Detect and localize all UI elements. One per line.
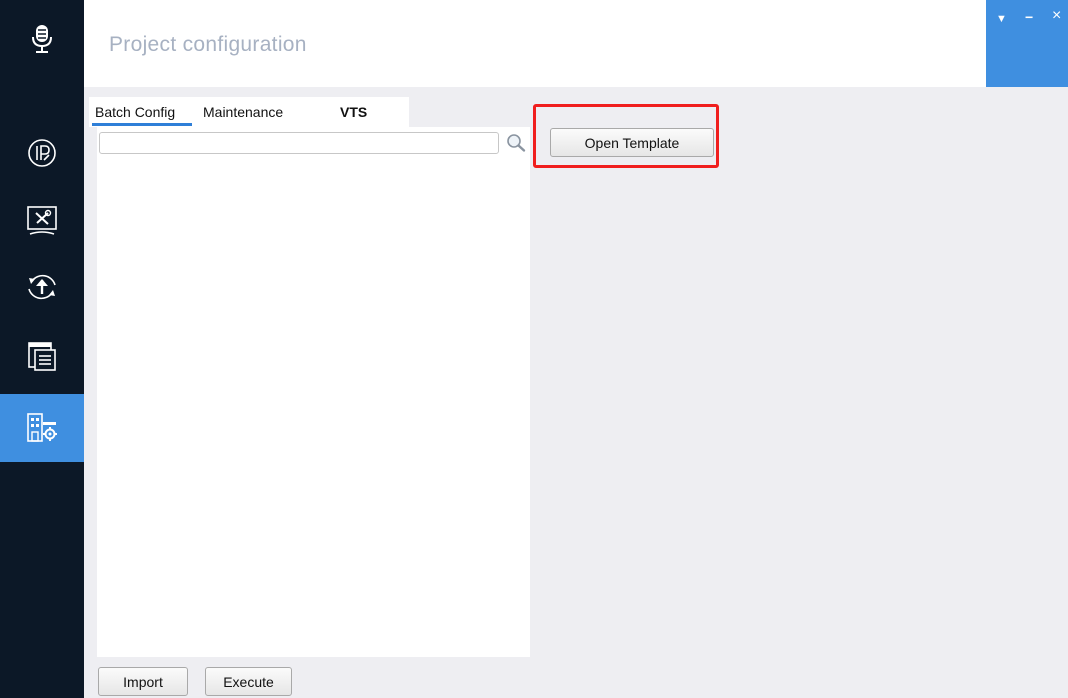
- sidebar-item-ip[interactable]: [0, 119, 84, 187]
- search-input[interactable]: [99, 132, 499, 154]
- highlight-box: [533, 104, 719, 168]
- upload-refresh-icon: [28, 274, 56, 300]
- search-icon[interactable]: [506, 133, 528, 158]
- ip-icon: [28, 139, 56, 167]
- tab-vts[interactable]: VTS: [340, 104, 367, 120]
- execute-button[interactable]: Execute: [205, 667, 292, 696]
- sidebar-item-project-config[interactable]: [0, 394, 84, 462]
- window-controls: ▼ − ×: [986, 0, 1068, 87]
- building-gear-icon: [27, 413, 57, 442]
- window-list-icon: [28, 342, 56, 371]
- page-title: Project configuration: [109, 33, 307, 56]
- microphone-icon: [0, 0, 84, 78]
- tools-monitor-icon: [27, 206, 57, 235]
- import-button[interactable]: Import: [98, 667, 188, 696]
- active-tab-indicator: [92, 123, 192, 126]
- tab-bar: Batch Config Maintenance VTS: [89, 97, 409, 127]
- sidebar-item-tools[interactable]: [0, 186, 84, 254]
- sidebar-item-windows[interactable]: [0, 322, 84, 390]
- menu-dropdown-icon[interactable]: ▼: [996, 12, 1007, 26]
- sidebar-item-upload[interactable]: [0, 253, 84, 321]
- config-list-panel: [97, 127, 530, 657]
- sidebar: [0, 0, 84, 698]
- close-icon[interactable]: ×: [1052, 8, 1061, 24]
- tab-maintenance[interactable]: Maintenance: [203, 104, 283, 120]
- minimize-icon[interactable]: −: [1025, 10, 1033, 24]
- header: Project configuration ▼ − ×: [84, 0, 1068, 87]
- tab-batch-config[interactable]: Batch Config: [95, 104, 175, 120]
